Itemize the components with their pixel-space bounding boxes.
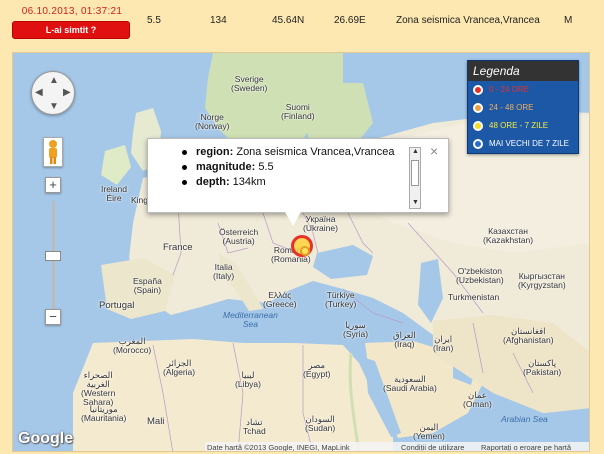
legend-dot-blue-icon [473,139,483,149]
pan-right-icon[interactable]: ▶ [63,87,71,98]
felt-it-button[interactable]: L-ai simtit ? [12,21,130,39]
pan-left-icon[interactable]: ◀ [35,87,43,98]
label-kazakhstan: Казахстан (Kazakhstan) [483,226,534,245]
label-portugal: Portugal [99,300,135,311]
close-icon[interactable]: × [430,143,438,159]
pan-down-icon[interactable]: ▼ [49,101,59,112]
label-tchad: تشاد Tchad [243,417,266,436]
label-ukraine: Україна (Ukraine) [303,214,338,233]
info-magnitude: magnitude: 5.5 [182,160,402,175]
terms-of-use-link[interactable]: Condiții de utilizare [401,442,464,451]
label-pakistan: پاکستان (Pakistan) [523,358,562,377]
event-longitude: 26.69E [334,15,366,26]
legend-item-24-48h[interactable]: 24 - 48 ORE [468,99,578,117]
label-iran: ایران (Iran) [433,334,454,353]
info-depth: depth: 134km [182,175,402,190]
info-window: region: Zona seismica Vrancea,Vrancea ma… [147,138,449,226]
label-ireland: Ireland Éire [101,184,127,203]
scroll-up-icon[interactable]: ▲ [412,148,419,155]
scroll-thumb[interactable] [411,160,419,186]
info-list: region: Zona seismica Vrancea,Vrancea ma… [182,145,402,190]
legend-panel: Legenda 0 - 24 ORE 24 - 48 ORE 48 ORE - … [467,60,579,154]
event-depth: 134 [210,15,227,26]
label-turkmenistan: Turkmenistan [448,292,500,302]
label-oman: عمان (Oman) [463,390,492,409]
scroll-down-icon[interactable]: ▼ [412,199,419,206]
label-uzbekistan: O'zbekiston (Uzbekistan) [456,266,504,285]
zoom-in-button[interactable]: + [45,177,61,193]
label-morocco: المغرب (Morocco) [113,336,152,355]
label-afghanistan: افغانستان (Afghanistan) [503,326,554,345]
label-turkey: Türkiye (Turkey) [325,290,357,309]
label-mali: Mali [147,416,165,427]
label-egypt: مصر (Egypt) [303,360,331,379]
label-libya: ليبيا (Libya) [235,370,261,389]
event-row: 06.10.2013, 01:37:21 L-ai simtit ? 5.5 1… [0,0,604,48]
label-arabian-sea: Arabian Sea [501,414,548,424]
label-algeria: الجزائر (Algeria) [163,358,196,377]
label-sweden: Sverige (Sweden) [231,74,268,93]
info-scrollbar[interactable]: ▲ ▼ [409,147,421,209]
map-canvas[interactable]: Sverige (Sweden) Suomi (Finland) Norge (… [12,52,590,452]
pan-up-icon[interactable]: ▲ [49,75,59,86]
event-type: M [564,15,573,26]
zoom-out-button[interactable]: − [45,309,61,325]
legend-dot-red-icon [473,85,483,95]
event-magnitude: 5.5 [147,15,161,26]
label-yemen: اليمن (Yemen) [413,422,445,441]
label-norway: Norge (Norway) [195,112,230,131]
label-mediterranean-sea: Mediterranean Sea [223,310,278,329]
label-sudan: السودان (Sudan) [305,414,336,433]
label-iraq: العراق (Iraq) [393,330,416,349]
earthquake-marker-secondary[interactable] [300,246,310,256]
label-france: France [163,242,193,253]
label-mauritania: موريتانيا (Mauritania) [81,404,127,423]
info-region: region: Zona seismica Vrancea,Vrancea [182,145,402,160]
event-region: Zona seismica Vrancea,Vrancea [396,15,540,26]
street-view-pegman[interactable] [43,137,63,167]
legend-dot-orange-icon [473,103,483,113]
legend-title: Legenda [468,61,578,81]
label-greece: Ελλάς (Greece) [263,290,297,309]
label-italy: Italia (Italy) [213,262,235,281]
google-logo[interactable]: Google [18,430,73,448]
label-finland: Suomi (Finland) [281,102,315,121]
label-saudi-arabia: السعودية (Saudi Arabia) [383,374,437,393]
legend-dot-yellow-icon [473,121,483,131]
legend-item-48h-7d[interactable]: 48 ORE - 7 ZILE [468,117,578,135]
report-error-link[interactable]: Raportați o eroare pe hartă [481,442,571,451]
legend-item-0-24h[interactable]: 0 - 24 ORE [468,81,578,99]
map-footer: Date hartă ©2013 Google, INEGI, MapLink … [205,442,589,452]
pan-control[interactable]: ▲ ▼ ◀ ▶ [31,71,75,115]
zoom-slider-handle[interactable] [45,251,61,261]
map-data-attribution: Date hartă ©2013 Google, INEGI, MapLink [207,443,350,452]
label-western-sahara: الصحراء الغربية (Western Sahara) [81,370,116,407]
label-syria: سوريا (Syria) [343,320,369,339]
event-latitude: 45.64N [272,15,305,26]
label-spain: España (Spain) [133,276,162,295]
event-timestamp: 06.10.2013, 01:37:21 [21,6,123,17]
info-window-tail [285,212,301,226]
label-austria: Österreich (Austria) [219,227,259,246]
pegman-icon [49,140,57,164]
legend-item-older-7d[interactable]: MAI VECHI DE 7 ZILE [468,135,578,153]
label-kyrgyzstan: Кыргызстан (Kyrgyzstan) [518,271,566,290]
